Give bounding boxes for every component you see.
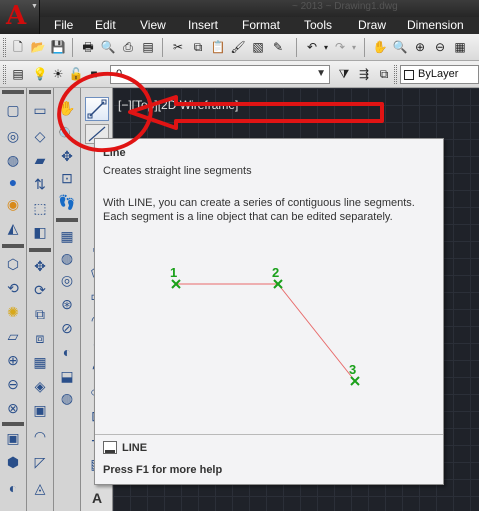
highlight-circle [57,71,153,153]
red-annotation-overlay [57,71,384,153]
pointer-arrow [128,95,384,130]
